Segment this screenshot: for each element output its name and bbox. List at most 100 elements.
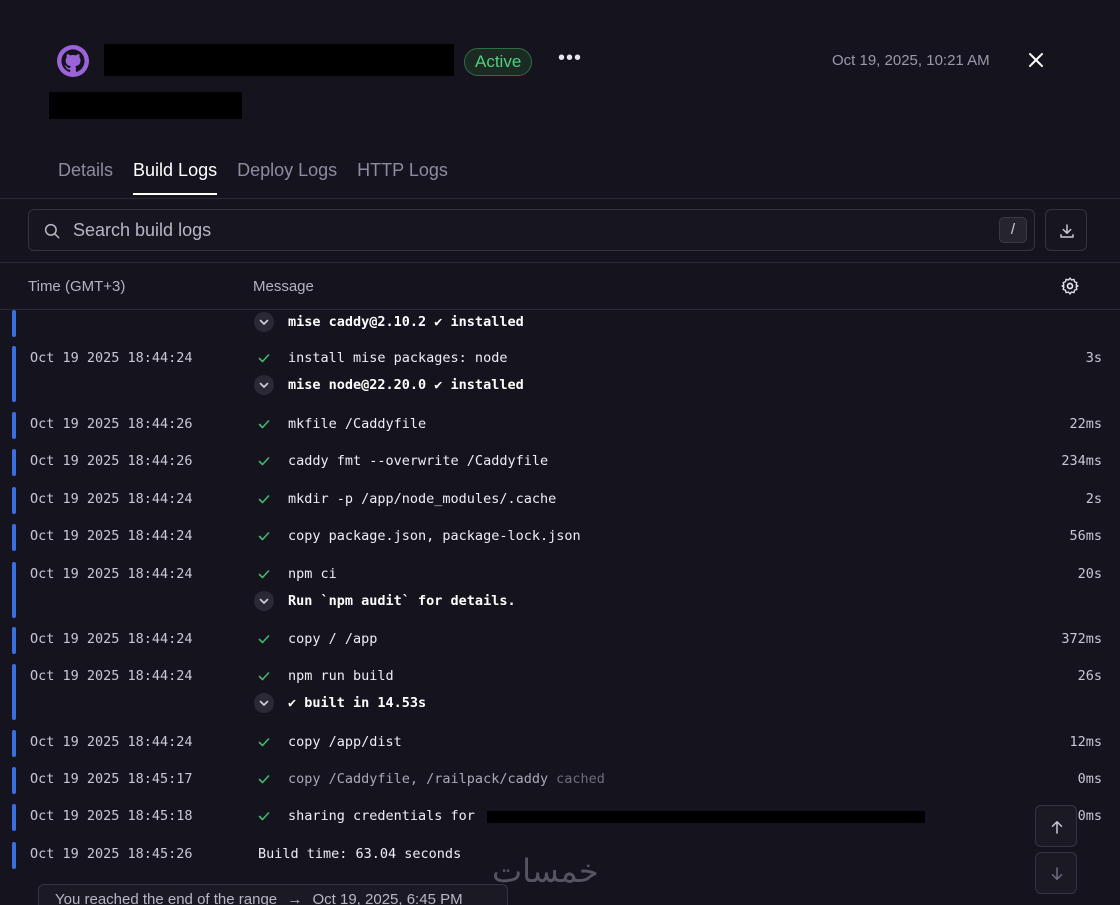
log-duration: 22ms	[1069, 416, 1102, 432]
log-line: copy /app/dist 12ms	[0, 730, 1120, 756]
log-duration: 3s	[1085, 350, 1102, 366]
log-message: npm ci	[288, 566, 337, 582]
log-message-text: mise node@22.20.0 ✔ installed	[288, 377, 524, 393]
tab-deploy-logs[interactable]: Deploy Logs	[237, 160, 337, 195]
check-icon	[258, 457, 270, 466]
deployment-header: Active ••• Oct 19, 2025, 10:21 AM Detail…	[0, 0, 1120, 198]
log-message-text: Run `npm audit` for details.	[288, 593, 516, 609]
log-message: mise caddy@2.10.2 ✔ installed	[288, 314, 524, 330]
shortcut-key: /	[999, 217, 1027, 243]
arrow-down-icon	[1051, 867, 1063, 880]
search-box: /	[28, 209, 1035, 251]
tab-bar: Details Build Logs Deploy Logs HTTP Logs	[58, 160, 448, 195]
check-icon	[258, 570, 270, 579]
log-message-text: caddy fmt --overwrite /Caddyfile	[288, 453, 549, 469]
download-logs-button[interactable]	[1045, 209, 1087, 251]
message-column-header: Message	[253, 278, 314, 295]
log-message: mkfile /Caddyfile	[288, 416, 426, 432]
log-message-text: mkfile /Caddyfile	[288, 416, 427, 432]
log-message-text: install mise packages: node	[288, 350, 508, 366]
chevron-down-icon[interactable]	[254, 693, 274, 713]
log-line: mkdir -p /app/node_modules/.cache 2s	[0, 487, 1120, 513]
check-icon	[258, 532, 270, 541]
check-icon	[258, 812, 270, 821]
log-list: mise caddy@2.10.2 ✔ installed Oct 19 2025…	[0, 310, 1120, 870]
status-badge: Active	[464, 48, 533, 76]
arrow-up-icon	[1051, 821, 1063, 834]
build-time: Build time: 63.04 seconds	[258, 846, 462, 862]
range-time: Oct 19, 2025, 6:45 PM	[312, 891, 463, 905]
chevron-down-icon[interactable]	[254, 375, 274, 395]
more-options-button[interactable]: •••	[558, 48, 582, 72]
log-message: install mise packages: node	[288, 350, 507, 366]
log-duration: 2s	[1085, 491, 1102, 507]
log-duration: 234ms	[1061, 453, 1102, 469]
log-message: Run `npm audit` for details.	[288, 593, 516, 609]
log-message: npm run build	[288, 668, 394, 684]
log-duration: 20s	[1077, 566, 1102, 582]
time-column-header: Time (GMT+3)	[28, 278, 126, 295]
log-message-text: copy /app/dist	[288, 734, 402, 750]
scroll-up-button[interactable]	[1035, 805, 1077, 847]
close-icon[interactable]	[1024, 48, 1048, 72]
log-duration: 12ms	[1069, 734, 1102, 750]
divider	[0, 198, 1120, 199]
log-message-text: mkdir -p /app/node_modules/.cache	[288, 491, 557, 507]
log-line: install mise packages: node 3s	[0, 346, 1120, 372]
log-line: caddy fmt --overwrite /Caddyfile 234ms	[0, 449, 1120, 475]
log-duration: 26s	[1077, 668, 1102, 684]
log-line: mkfile /Caddyfile 22ms	[0, 412, 1120, 438]
check-icon	[258, 420, 270, 429]
check-icon	[258, 354, 270, 363]
scroll-down-button[interactable]	[1035, 852, 1077, 894]
log-message-text: copy /Caddyfile, /railpack/caddy	[288, 771, 549, 787]
chevron-down-icon[interactable]	[254, 591, 274, 611]
log-message-text: mise caddy@2.10.2 ✔ installed	[288, 314, 524, 330]
log-line: npm run build 26s	[0, 664, 1120, 690]
redacted-text	[487, 811, 925, 823]
log-line: Run `npm audit` for details.	[0, 589, 1120, 615]
log-line: ✔ built in 14.53s	[0, 691, 1120, 717]
tab-details[interactable]: Details	[58, 160, 113, 195]
divider	[0, 262, 1120, 263]
log-message: copy package.json, package-lock.json	[288, 528, 581, 544]
arrow-right-icon: →	[287, 891, 303, 905]
log-line: copy /Caddyfile, /railpack/caddy cached 0m…	[0, 767, 1120, 793]
check-icon	[258, 495, 270, 504]
log-message: sharing credentials for	[288, 808, 483, 824]
log-line: npm ci 20s	[0, 562, 1120, 588]
log-message: copy /app/dist	[288, 734, 402, 750]
log-message: mise node@22.20.0 ✔ installed	[288, 377, 524, 393]
log-line: mise node@22.20.0 ✔ installed	[0, 373, 1120, 399]
search-icon	[44, 223, 60, 239]
range-text: You reached the end of the range	[55, 891, 278, 905]
cached-label: cached	[556, 771, 605, 787]
log-duration: 372ms	[1061, 631, 1102, 647]
check-icon	[258, 775, 270, 784]
log-message-text: ✔ built in 14.53s	[288, 695, 427, 711]
check-icon	[258, 738, 270, 747]
log-message-text: npm ci	[288, 566, 337, 582]
log-message-text: sharing credentials for	[288, 808, 484, 824]
gear-icon[interactable]	[1060, 276, 1080, 296]
log-duration: 0ms	[1077, 808, 1102, 824]
chevron-down-icon[interactable]	[254, 312, 274, 332]
redacted-subtitle	[49, 92, 242, 119]
tab-http-logs[interactable]: HTTP Logs	[357, 160, 448, 195]
log-message-text: copy / /app	[288, 631, 378, 647]
end-of-range-notice[interactable]: You reached the end of the range → Oct 1…	[38, 884, 508, 905]
log-message: caddy fmt --overwrite /Caddyfile	[288, 453, 548, 469]
log-message: ✔ built in 14.53s	[288, 695, 426, 711]
log-message: copy /Caddyfile, /railpack/caddy cached	[288, 771, 605, 787]
log-message-text: copy package.json, package-lock.json	[288, 528, 581, 544]
search-input[interactable]	[73, 218, 973, 242]
log-message: copy / /app	[288, 631, 377, 647]
tab-build-logs[interactable]: Build Logs	[133, 160, 218, 195]
check-icon	[258, 672, 270, 681]
log-duration: 56ms	[1069, 528, 1102, 544]
deployment-timestamp: Oct 19, 2025, 10:21 AM	[832, 52, 990, 69]
watermark: خمسات	[492, 852, 599, 890]
log-line: copy package.json, package-lock.json 56ms	[0, 524, 1120, 550]
download-icon	[1060, 224, 1074, 238]
check-icon	[258, 635, 270, 644]
